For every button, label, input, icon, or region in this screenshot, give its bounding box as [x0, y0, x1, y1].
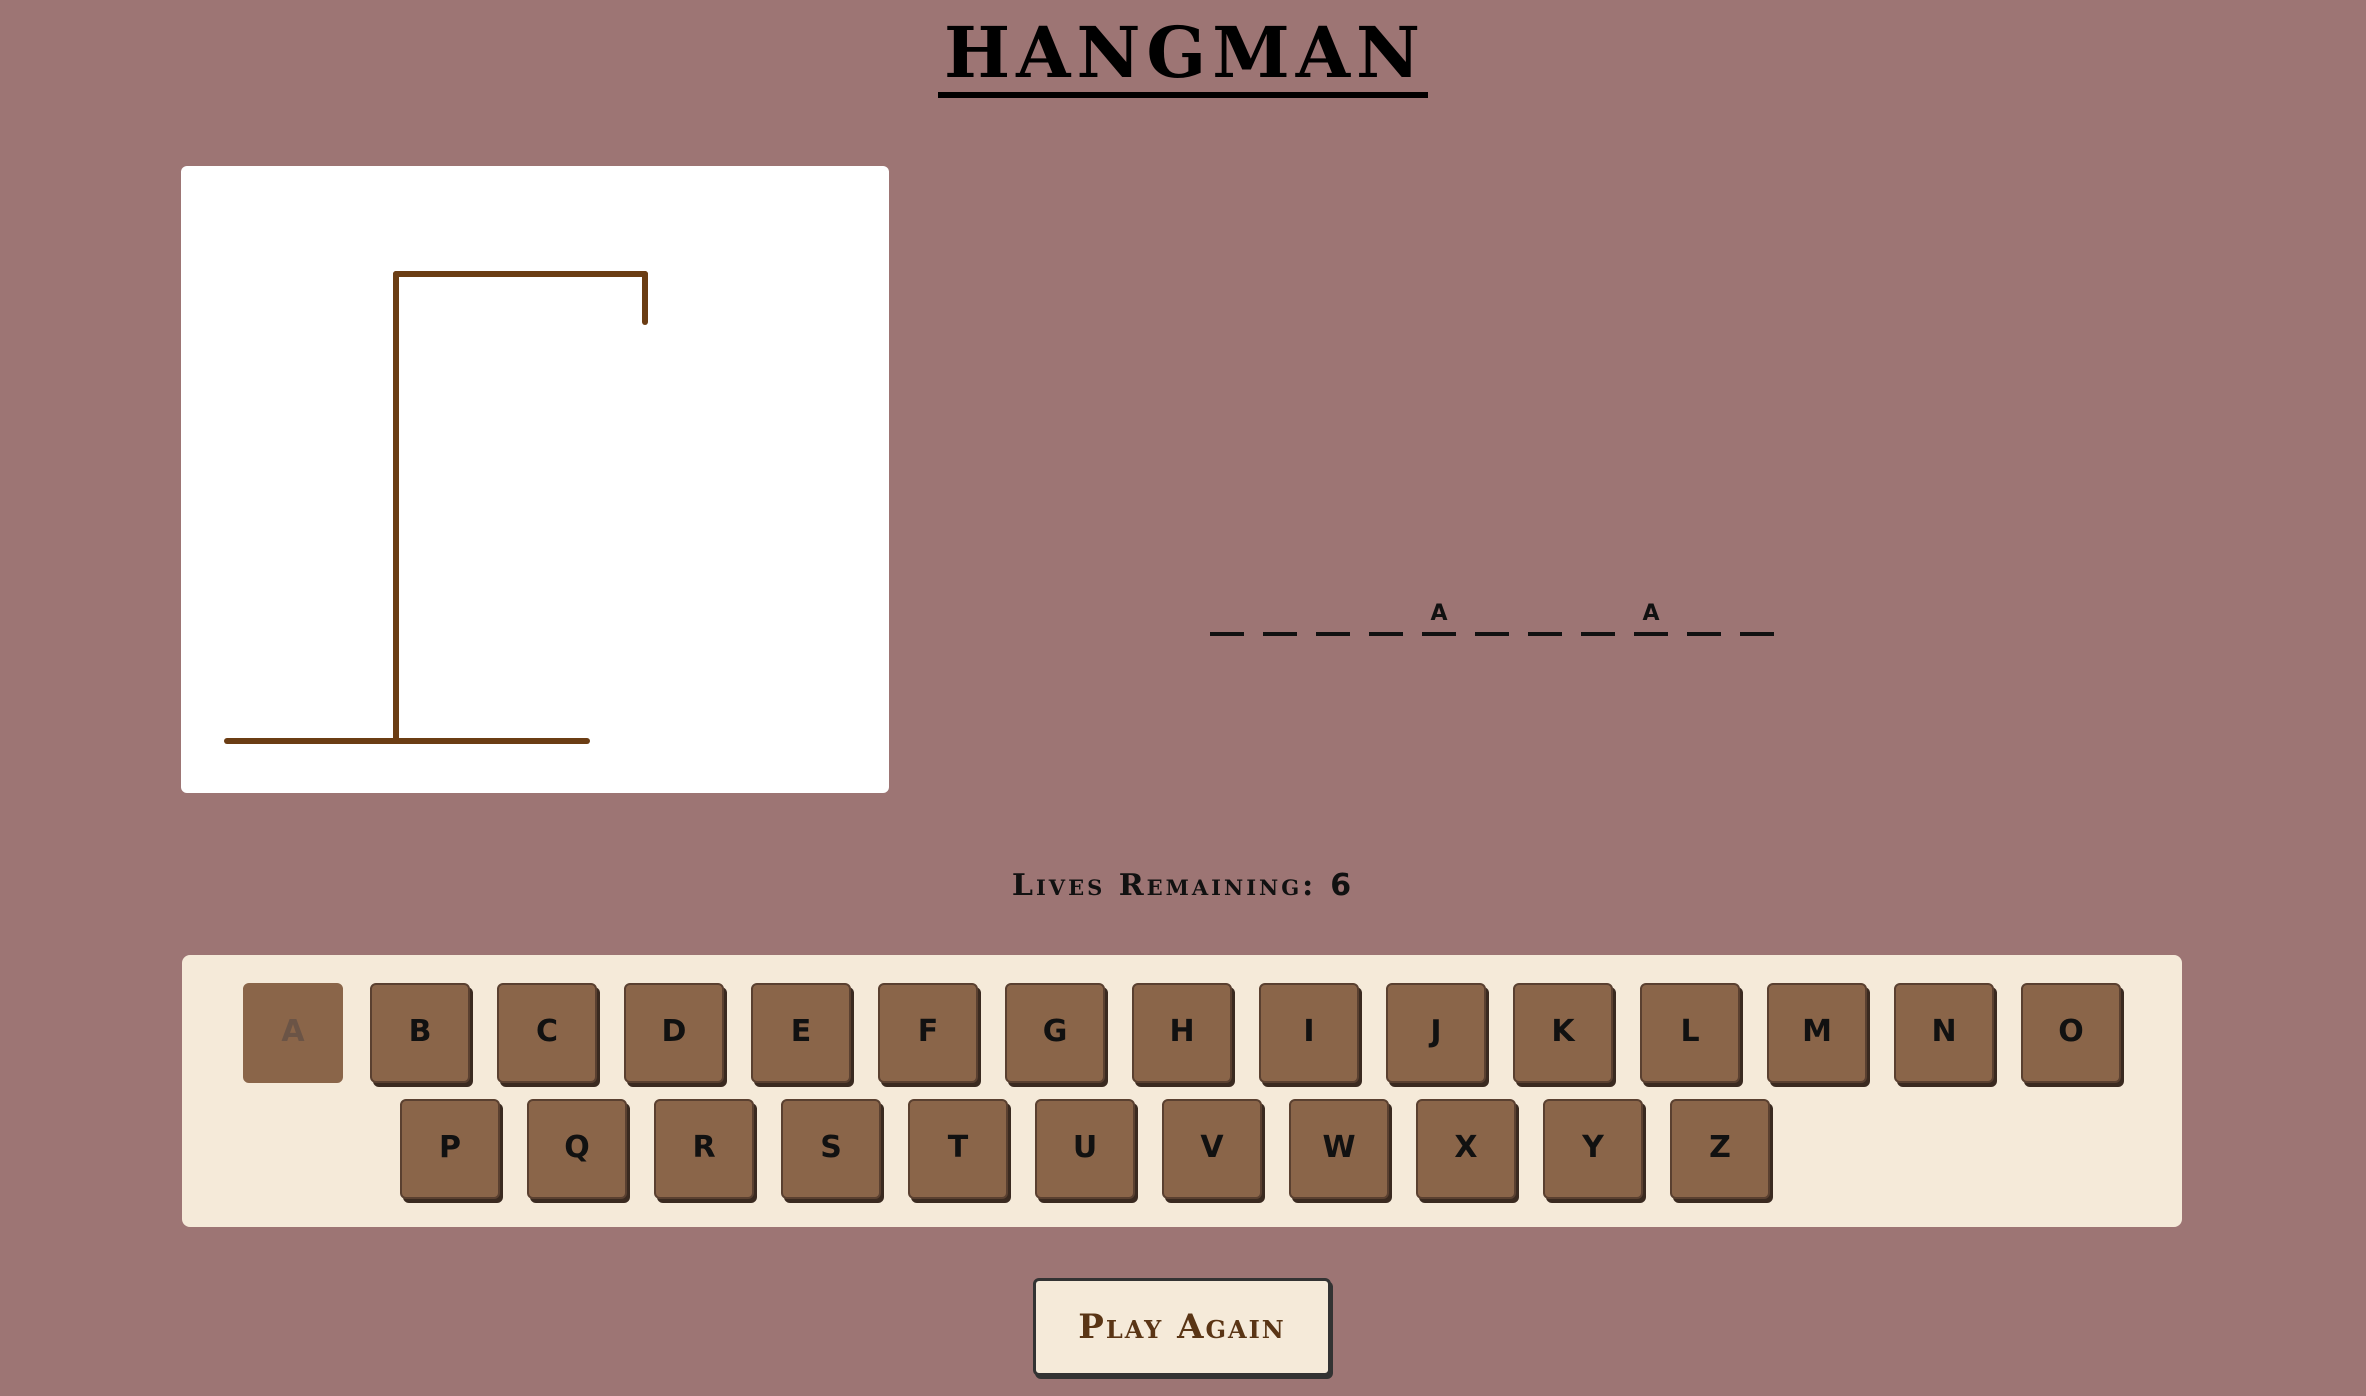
key-o[interactable]: O: [2021, 983, 2121, 1083]
lives-remaining: Lives Remaining: 6: [0, 868, 2366, 903]
key-l[interactable]: L: [1640, 983, 1740, 1083]
key-e[interactable]: E: [751, 983, 851, 1083]
key-j[interactable]: J: [1386, 983, 1486, 1083]
letter-slot: A: [1634, 600, 1668, 636]
key-f[interactable]: F: [878, 983, 978, 1083]
key-t[interactable]: T: [908, 1099, 1008, 1199]
key-y[interactable]: Y: [1543, 1099, 1643, 1199]
key-m[interactable]: M: [1767, 983, 1867, 1083]
letter-slot: [1687, 600, 1721, 636]
game-title-text: HANGMAN: [938, 14, 1428, 98]
keyboard-row-2: PQRSTUVWXYZ: [85, 1099, 2085, 1199]
key-s[interactable]: S: [781, 1099, 881, 1199]
keyboard-row-1: ABCDEFGHIJKLMNO: [182, 983, 2182, 1083]
key-h[interactable]: H: [1132, 983, 1232, 1083]
letter-slot: [1263, 600, 1297, 636]
lives-count: 6: [1330, 868, 1355, 903]
key-p[interactable]: P: [400, 1099, 500, 1199]
game-title: HANGMAN: [0, 14, 2366, 98]
letter-slot: [1210, 600, 1244, 636]
key-c[interactable]: C: [497, 983, 597, 1083]
key-a[interactable]: A: [243, 983, 343, 1083]
key-w[interactable]: W: [1289, 1099, 1389, 1199]
letter-slot: [1475, 600, 1509, 636]
letter-slot: [1581, 600, 1615, 636]
letter-slot: [1528, 600, 1562, 636]
lives-label: Lives Remaining:: [1011, 868, 1317, 903]
key-r[interactable]: R: [654, 1099, 754, 1199]
key-d[interactable]: D: [624, 983, 724, 1083]
key-z[interactable]: Z: [1670, 1099, 1770, 1199]
key-k[interactable]: K: [1513, 983, 1613, 1083]
key-n[interactable]: N: [1894, 983, 1994, 1083]
letter-slot: [1316, 600, 1350, 636]
hangman-board: [181, 166, 889, 793]
key-i[interactable]: I: [1259, 983, 1359, 1083]
play-again-button[interactable]: Play Again: [1033, 1278, 1331, 1376]
key-v[interactable]: V: [1162, 1099, 1262, 1199]
word-display: AA: [1210, 596, 1774, 636]
key-q[interactable]: Q: [527, 1099, 627, 1199]
letter-slot: [1740, 600, 1774, 636]
key-x[interactable]: X: [1416, 1099, 1516, 1199]
letter-keyboard: ABCDEFGHIJKLMNO PQRSTUVWXYZ: [182, 955, 2182, 1227]
key-u[interactable]: U: [1035, 1099, 1135, 1199]
letter-slot: A: [1422, 600, 1456, 636]
gallows-drawing: [224, 271, 648, 744]
key-g[interactable]: G: [1005, 983, 1105, 1083]
letter-slot: [1369, 600, 1403, 636]
key-b[interactable]: B: [370, 983, 470, 1083]
